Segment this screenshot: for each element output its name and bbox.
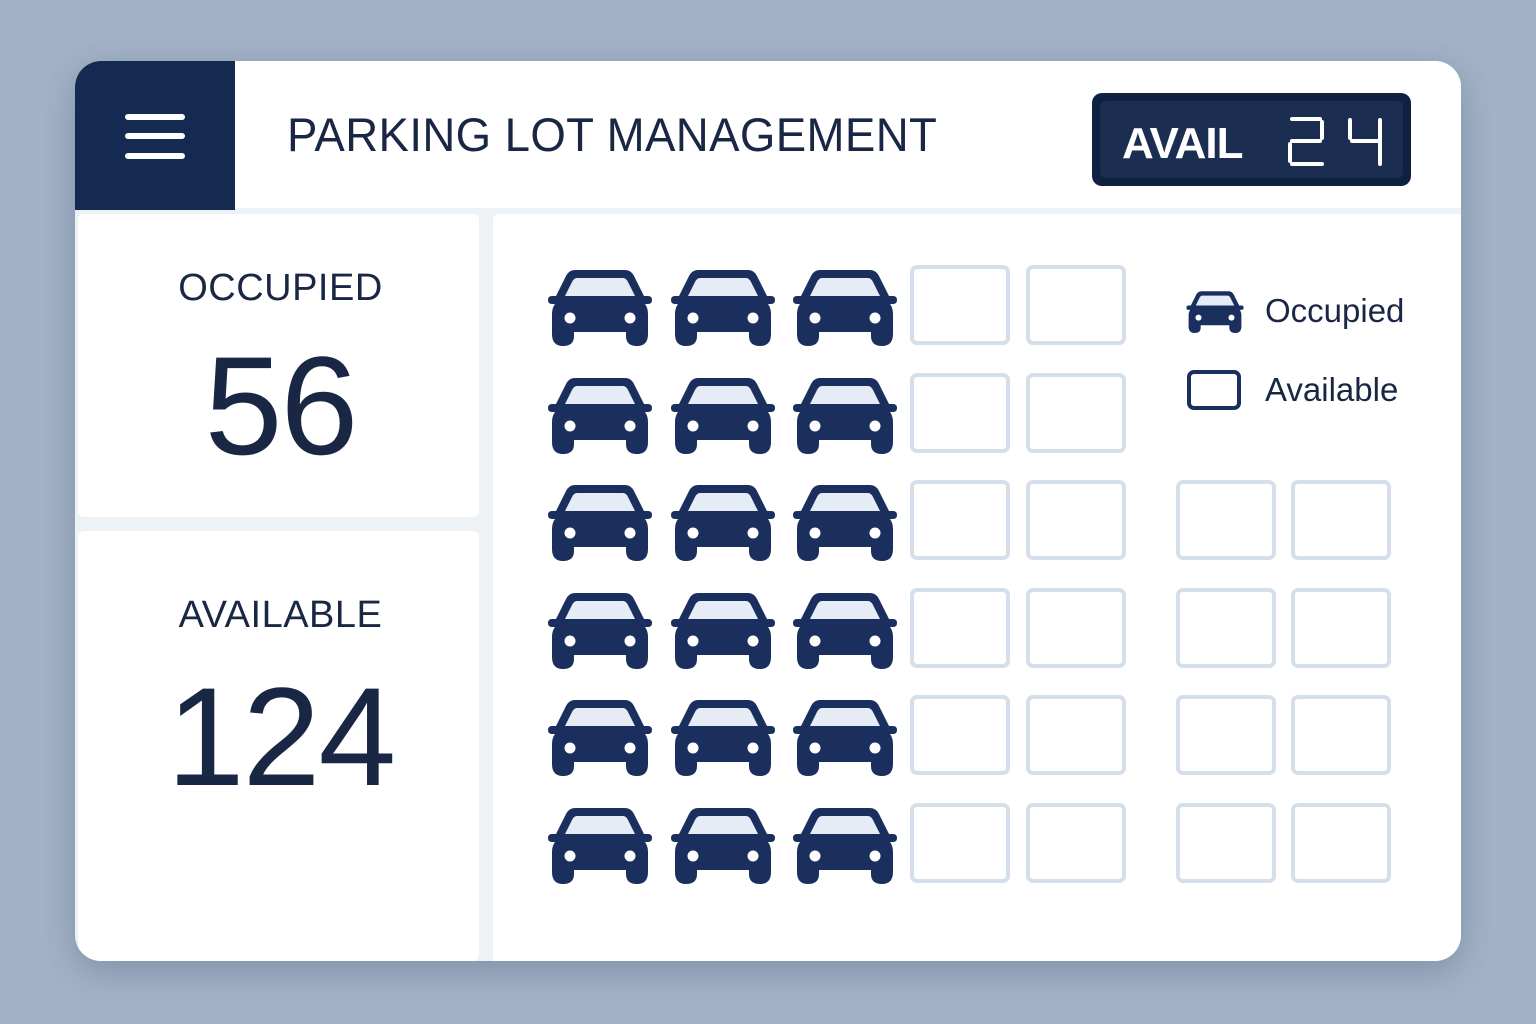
available-parking-space[interactable]: [1026, 588, 1126, 668]
occupied-parking-space[interactable]: [671, 700, 775, 776]
available-parking-space[interactable]: [1291, 803, 1391, 883]
legend-occupied: Occupied: [1185, 289, 1404, 333]
car-icon: [1185, 289, 1245, 333]
available-parking-space[interactable]: [910, 265, 1010, 345]
available-parking-space[interactable]: [910, 588, 1010, 668]
occupied-parking-space[interactable]: [671, 270, 775, 346]
occupied-parking-space[interactable]: [671, 485, 775, 561]
available-parking-space[interactable]: [1291, 480, 1391, 560]
occupied-parking-space[interactable]: [548, 700, 652, 776]
occupied-parking-space[interactable]: [671, 808, 775, 884]
occupied-parking-space[interactable]: [671, 378, 775, 454]
occupied-parking-space[interactable]: [793, 808, 897, 884]
occupied-parking-space[interactable]: [793, 700, 897, 776]
occupied-parking-space[interactable]: [548, 808, 652, 884]
occupied-parking-space[interactable]: [548, 593, 652, 669]
dashboard-card: PARKING LOT MANAGEMENT AVAIL OCCUPIED 56…: [75, 61, 1461, 961]
occupied-parking-space[interactable]: [793, 378, 897, 454]
available-parking-space[interactable]: [1176, 803, 1276, 883]
empty-slot-icon: [1187, 370, 1241, 410]
available-parking-space[interactable]: [1291, 695, 1391, 775]
available-parking-space[interactable]: [910, 480, 1010, 560]
available-parking-space[interactable]: [1026, 265, 1126, 345]
legend-occupied-label: Occupied: [1265, 292, 1405, 329]
available-parking-space[interactable]: [910, 803, 1010, 883]
available-parking-space[interactable]: [1026, 373, 1126, 453]
legend-available: Available: [1185, 368, 1398, 412]
available-parking-space[interactable]: [1176, 695, 1276, 775]
occupied-parking-space[interactable]: [671, 593, 775, 669]
occupied-parking-space[interactable]: [548, 485, 652, 561]
occupied-parking-space[interactable]: [793, 485, 897, 561]
occupied-parking-space[interactable]: [548, 270, 652, 346]
available-parking-space[interactable]: [1026, 695, 1126, 775]
available-parking-space[interactable]: [910, 695, 1010, 775]
legend-available-label: Available: [1265, 371, 1399, 408]
occupied-parking-space[interactable]: [793, 270, 897, 346]
available-parking-space[interactable]: [1176, 588, 1276, 668]
available-parking-space[interactable]: [1291, 588, 1391, 668]
parking-lot-grid: [548, 265, 1391, 884]
available-parking-space[interactable]: [1176, 480, 1276, 560]
available-parking-space[interactable]: [1026, 803, 1126, 883]
occupied-parking-space[interactable]: [793, 593, 897, 669]
available-parking-space[interactable]: [1026, 480, 1126, 560]
available-parking-space[interactable]: [910, 373, 1010, 453]
occupied-parking-space[interactable]: [548, 378, 652, 454]
